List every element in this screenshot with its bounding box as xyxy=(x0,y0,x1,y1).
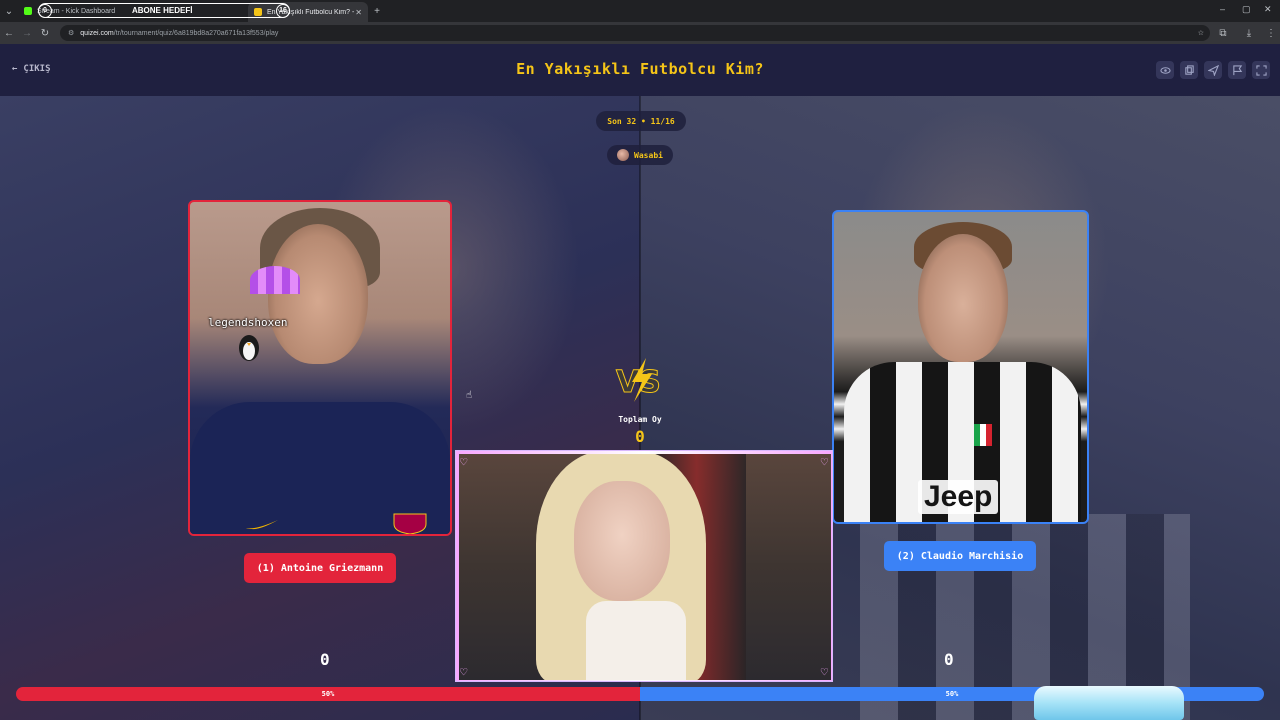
score-right: 0 xyxy=(944,650,954,669)
site-info-icon[interactable]: ⚙ xyxy=(68,29,74,37)
player-face xyxy=(918,234,1008,362)
contestant-card-left[interactable] xyxy=(188,200,452,536)
subscriber-goal-overlay: 0 ABONE HEDEFİ 16 xyxy=(38,3,290,18)
heart-icon: ♡ xyxy=(460,665,468,679)
back-icon[interactable]: ← xyxy=(0,28,18,39)
player-face xyxy=(268,224,368,364)
user-name: Wasabi xyxy=(634,150,663,160)
goal-label: ABONE HEDEFİ xyxy=(132,6,193,15)
parachute-emote-icon xyxy=(250,266,300,294)
total-votes-value: 0 xyxy=(635,427,645,446)
page-title: En Yakışıklı Futbolcu Kim? xyxy=(516,60,764,78)
maximize-button[interactable]: ▢ xyxy=(1242,4,1251,15)
eye-icon[interactable] xyxy=(1156,61,1174,79)
ice-decoration xyxy=(1034,686,1184,720)
reload-icon[interactable]: ↻ xyxy=(36,28,54,39)
jersey-sponsor: Jeep xyxy=(918,480,999,514)
forward-icon[interactable]: → xyxy=(18,28,36,39)
user-badge: Wasabi xyxy=(607,145,673,165)
browser-tab-bar: ⌄ Stream - Kick Dashboard En Yakışıklı F… xyxy=(0,0,1280,22)
kick-favicon-icon xyxy=(24,7,32,15)
bookmark-star-icon[interactable]: ☆ xyxy=(1198,29,1204,37)
quiz-header: ← ÇIKIŞ En Yakışıklı Futbolcu Kim? xyxy=(0,44,1280,96)
tab-list-icon[interactable]: ⌄ xyxy=(0,6,18,17)
streamer-face xyxy=(574,481,670,601)
heart-icon: ♡ xyxy=(820,455,828,469)
close-window-button[interactable]: ✕ xyxy=(1264,4,1272,15)
streamer-top xyxy=(586,601,686,681)
contestant-card-right[interactable]: Jeep xyxy=(832,210,1089,524)
url-input[interactable]: ⚙ quizei.com /tr/tournament/quiz/6a819bd… xyxy=(60,25,1210,41)
header-actions xyxy=(1156,61,1270,79)
round-indicator: Son 32 • 11/16 xyxy=(596,111,686,131)
vote-button-left[interactable]: (1) Antoine Griezmann xyxy=(244,553,396,583)
heart-icon: ♡ xyxy=(820,665,828,679)
download-icon[interactable]: ⤓ xyxy=(1240,28,1258,39)
total-votes-label: Toplam Oy xyxy=(618,415,662,424)
progress-left: 50% xyxy=(16,687,640,701)
webcam-overlay: ♡ ♡ ♡ ♡ xyxy=(455,450,833,682)
score-left: 0 xyxy=(320,650,330,669)
browser-address-bar: ← → ↻ ⚙ quizei.com /tr/tournament/quiz/6… xyxy=(0,22,1280,44)
flag-icon[interactable] xyxy=(1228,61,1246,79)
url-host: quizei.com xyxy=(80,29,114,37)
fullscreen-icon[interactable] xyxy=(1252,61,1270,79)
penguin-emote-icon xyxy=(239,335,259,361)
nike-swoosh-icon xyxy=(246,520,278,530)
minimize-button[interactable]: – xyxy=(1220,4,1225,14)
versus-icon: VS xyxy=(616,358,661,402)
close-tab-icon[interactable]: ✕ xyxy=(355,8,362,17)
send-icon[interactable] xyxy=(1204,61,1222,79)
heart-icon: ♡ xyxy=(460,455,468,469)
club-crest-icon xyxy=(393,513,427,534)
new-tab-button[interactable]: + xyxy=(368,6,386,17)
url-path: /tr/tournament/quiz/6a819bd8a270a671fa13… xyxy=(113,29,279,37)
quiz-page: ← ÇIKIŞ En Yakışıklı Futbolcu Kim? Son 3… xyxy=(0,44,1280,720)
copy-icon[interactable] xyxy=(1180,61,1198,79)
chat-username: legendshoxen xyxy=(208,316,288,329)
goal-target: 16 xyxy=(276,3,290,18)
extensions-icon[interactable]: ⧉ xyxy=(1214,28,1232,39)
avatar xyxy=(617,149,630,161)
mouse-cursor-icon: ☝ xyxy=(466,390,473,401)
italy-shield-icon xyxy=(974,424,992,446)
goal-current: 0 xyxy=(38,3,52,18)
menu-icon[interactable]: ⋮ xyxy=(1262,28,1280,39)
vote-button-right[interactable]: (2) Claudio Marchisio xyxy=(884,541,1036,571)
